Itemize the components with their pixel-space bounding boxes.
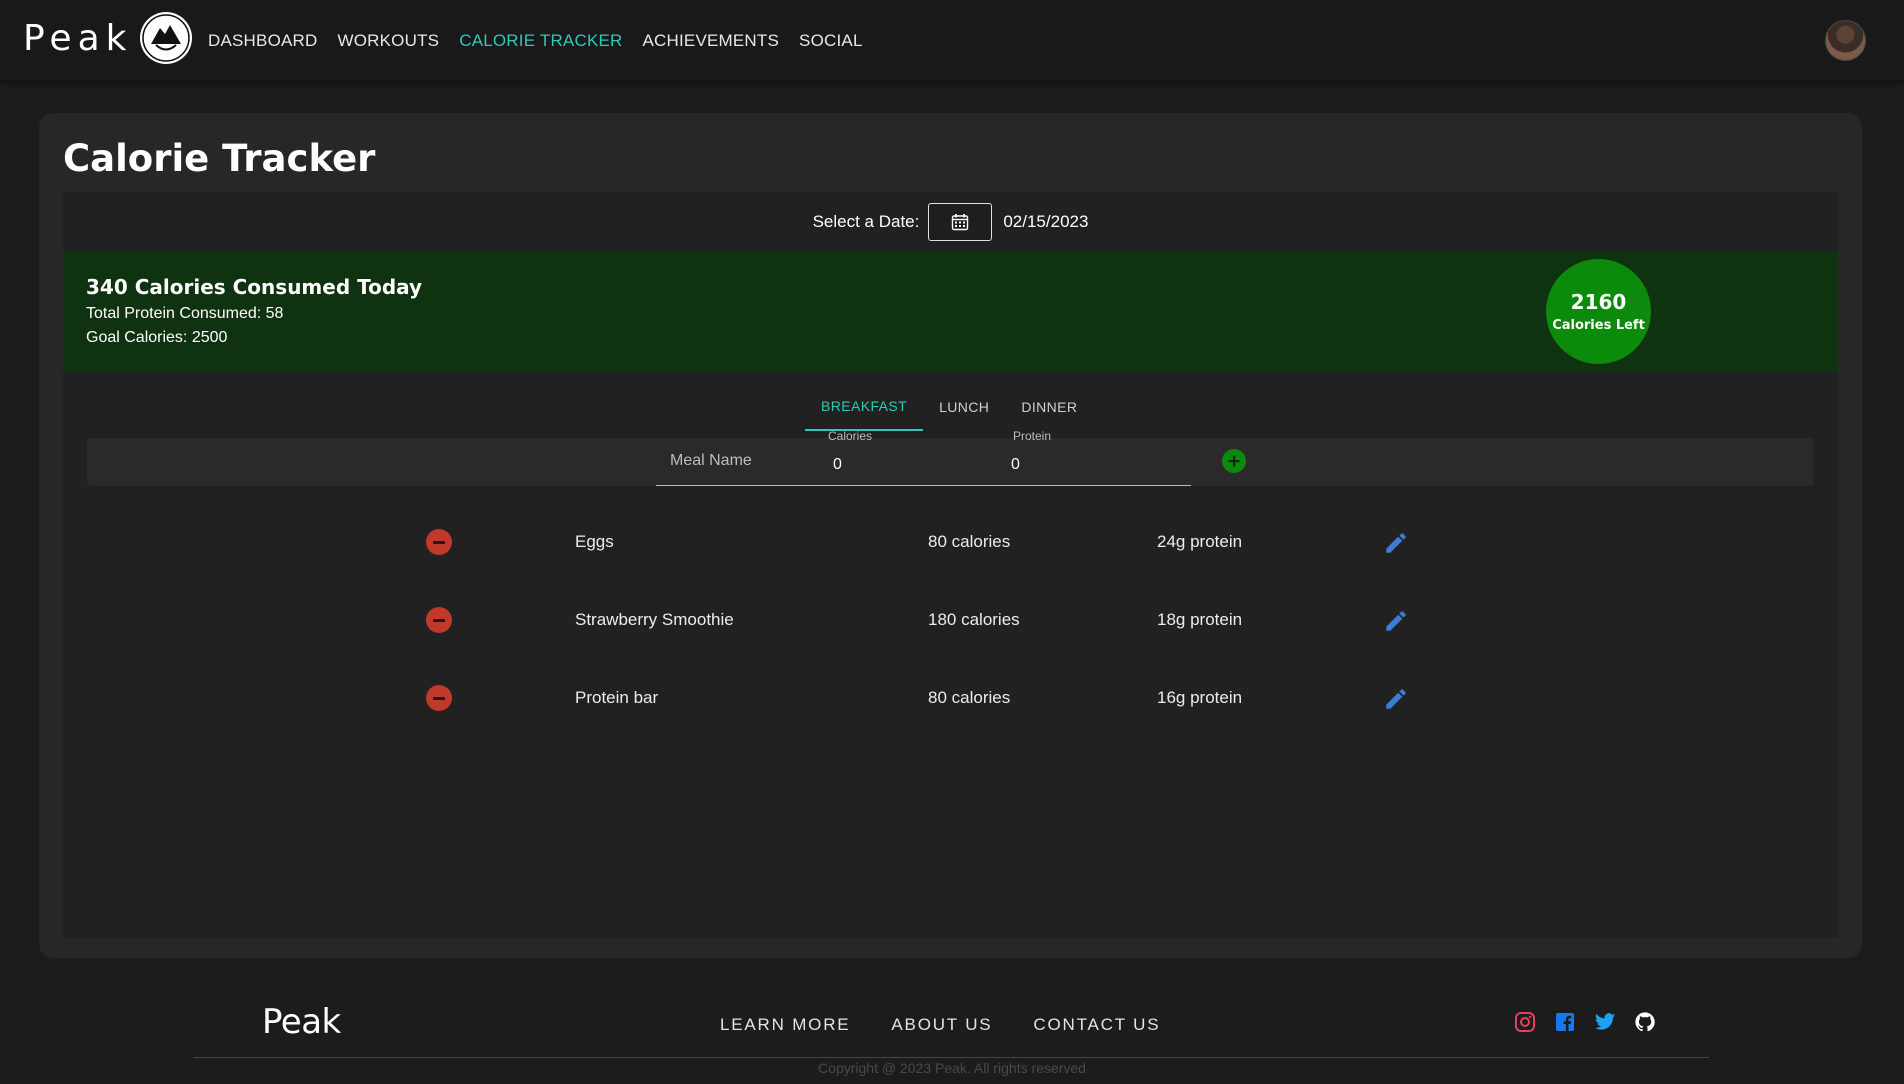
footer-divider — [193, 1057, 1709, 1058]
calories-consumed-heading: 340 Calories Consumed Today — [86, 275, 423, 299]
nav-links: DASHBOARD WORKOUTS CALORIE TRACKER ACHIE… — [208, 31, 883, 51]
remove-meal-button[interactable] — [426, 685, 452, 711]
nav-link-achievements[interactable]: ACHIEVEMENTS — [643, 31, 780, 51]
add-meal-fields: Calories Protein — [656, 429, 1191, 486]
facebook-icon[interactable] — [1553, 1010, 1577, 1034]
meal-name-input[interactable] — [656, 446, 816, 476]
date-label: Select a Date: — [812, 212, 920, 231]
date-selector: Select a Date: 02/15/2023 — [63, 203, 1838, 241]
meal-row: Strawberry Smoothie 180 calories 18g pro… — [63, 600, 1838, 640]
instagram-icon[interactable] — [1513, 1010, 1537, 1034]
footer-link-contact-us[interactable]: CONTACT US — [1033, 1015, 1160, 1035]
github-icon[interactable] — [1633, 1010, 1657, 1034]
calendar-icon — [952, 214, 969, 231]
footer-brand[interactable]: Peak — [262, 1002, 341, 1042]
plus-icon — [1228, 455, 1240, 467]
nav-link-dashboard[interactable]: DASHBOARD — [208, 31, 318, 51]
selected-date: 02/15/2023 — [1003, 212, 1089, 231]
protein-consumed: Total Protein Consumed: 58 — [86, 305, 284, 322]
protein-field-label: Protein — [1013, 429, 1052, 443]
meal-protein: 24g protein — [1157, 532, 1243, 551]
footer-links: LEARN MORE ABOUT US CONTACT US — [720, 1015, 1201, 1035]
pencil-icon[interactable] — [1383, 608, 1409, 634]
calorie-tracker-card: Calorie Tracker Select a Date: 02/15/202… — [39, 113, 1862, 958]
footer-link-about-us[interactable]: ABOUT US — [891, 1015, 992, 1035]
meal-row: Protein bar 80 calories 16g protein — [63, 678, 1838, 718]
meal-calories: 80 calories — [928, 532, 1011, 551]
copyright: Copyright @ 2023 Peak. All rights reserv… — [818, 1060, 1086, 1076]
meal-protein: 16g protein — [1157, 688, 1243, 707]
top-navbar: Peak DASHBOARD WORKOUTS CALORIE TRACKER … — [0, 0, 1904, 81]
meal-name: Strawberry Smoothie — [575, 610, 734, 629]
meal-calories: 80 calories — [928, 688, 1011, 707]
nav-link-social[interactable]: SOCIAL — [799, 31, 863, 51]
meal-name: Eggs — [575, 532, 614, 551]
meal-protein: 18g protein — [1157, 610, 1243, 629]
pencil-icon[interactable] — [1383, 686, 1409, 712]
daily-summary-banner: 340 Calories Consumed Today Total Protei… — [63, 251, 1838, 372]
remove-meal-button[interactable] — [426, 529, 452, 555]
remove-meal-button[interactable] — [426, 607, 452, 633]
meal-tabs: BREAKFAST LUNCH DINNER — [805, 382, 1093, 431]
meal-name: Protein bar — [575, 688, 659, 707]
minus-icon — [433, 696, 445, 700]
goal-calories: Goal Calories: 2500 — [86, 329, 228, 346]
tab-lunch[interactable]: LUNCH — [923, 382, 1005, 431]
tab-breakfast[interactable]: BREAKFAST — [805, 382, 924, 431]
date-picker-button[interactable] — [928, 203, 993, 241]
nav-link-calorie-tracker[interactable]: CALORIE TRACKER — [459, 31, 622, 51]
footer-link-learn-more[interactable]: LEARN MORE — [720, 1015, 850, 1035]
add-meal-button[interactable] — [1222, 449, 1246, 473]
calories-left-label: Calories Left — [1552, 318, 1645, 333]
peak-logo-icon — [140, 12, 193, 64]
add-meal-form: Calories Protein — [87, 429, 1814, 486]
minus-icon — [433, 618, 445, 622]
pencil-icon[interactable] — [1383, 530, 1409, 556]
nav-link-workouts[interactable]: WORKOUTS — [338, 31, 440, 51]
tab-dinner[interactable]: DINNER — [1005, 382, 1093, 431]
calories-left-badge: 2160 Calories Left — [1546, 259, 1651, 364]
page-title: Calorie Tracker — [63, 137, 376, 180]
footer: Peak LEARN MORE ABOUT US CONTACT US Copy… — [0, 980, 1904, 1084]
calories-input[interactable] — [833, 452, 953, 478]
protein-input[interactable] — [1011, 452, 1131, 478]
user-avatar[interactable] — [1825, 20, 1866, 61]
brand[interactable]: Peak — [23, 12, 193, 64]
brand-name: Peak — [23, 17, 133, 59]
tracker-panel: Select a Date: 02/15/2023 340 Calories C… — [63, 192, 1838, 938]
meal-row: Eggs 80 calories 24g protein — [63, 522, 1838, 562]
minus-icon — [433, 540, 445, 544]
meal-calories: 180 calories — [928, 610, 1020, 629]
calories-left-value: 2160 — [1570, 290, 1627, 314]
social-links — [1513, 1010, 1673, 1034]
twitter-icon[interactable] — [1593, 1010, 1617, 1034]
calories-field-label: Calories — [828, 429, 873, 443]
